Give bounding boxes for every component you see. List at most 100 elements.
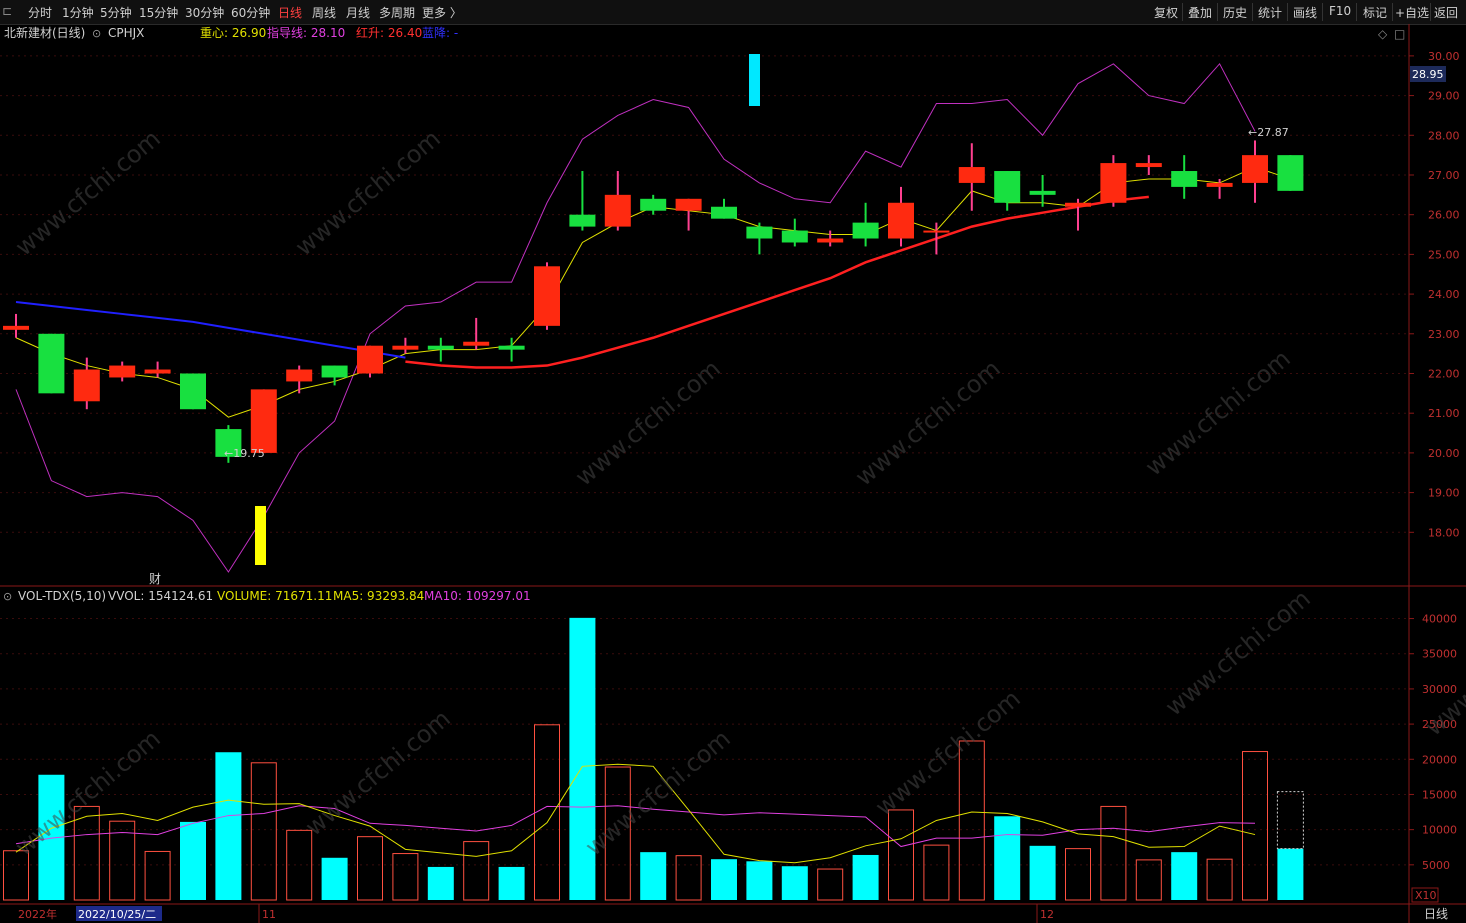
back-button[interactable]: 返回 (1434, 4, 1458, 21)
candle-body (73, 369, 100, 402)
indicator-lines (15, 62, 1291, 573)
period-toolbar: ⊏ 分时 1分钟 5分钟 15分钟 30分钟 60分钟 日线 周线 月线 多周期… (0, 0, 1466, 25)
red-line (405, 195, 1149, 369)
volume-bar (888, 809, 914, 901)
indicator-name[interactable]: CPHJX (108, 26, 144, 40)
expand-icon[interactable]: □ (1394, 27, 1405, 41)
candle-body (852, 222, 879, 239)
volume-bar (250, 762, 277, 901)
volume-bar (1100, 805, 1127, 901)
price-tick-label: 27.00 (1428, 169, 1460, 182)
tab-period-more[interactable]: 更多 〉 (422, 4, 462, 21)
volume-bar (215, 752, 242, 900)
high-price-annotation: ←27.87 (1248, 126, 1289, 139)
volume-indicator-dropdown-icon[interactable]: ⊙ (3, 590, 12, 603)
candle-body (958, 167, 985, 183)
candle-body (38, 333, 65, 394)
candle-body (675, 198, 702, 211)
divider (1322, 3, 1323, 21)
volume-bar (675, 855, 702, 901)
f10-button[interactable]: F10 (1329, 4, 1351, 18)
candle-body (781, 230, 808, 243)
tab-period-7[interactable]: 周线 (312, 4, 336, 21)
current-price-label: 28.95 (1412, 68, 1444, 81)
price-tick-label: 25.00 (1428, 248, 1460, 261)
price-tick-label: 29.00 (1428, 90, 1460, 103)
finance-report-marker[interactable]: 财 (149, 572, 161, 586)
volume-bar (1135, 859, 1162, 901)
price-tick-label: 21.00 (1428, 407, 1460, 420)
legend-ma10: MA10: 109297.01 (424, 589, 531, 603)
kline-chart[interactable]: 北新建材(日线) ⊙ CPHJX 重心: 26.90 指导线: 28.10 红升… (0, 24, 1466, 923)
volume-bar (1242, 751, 1268, 901)
tab-period-2[interactable]: 5分钟 (100, 4, 132, 21)
volume-bar (923, 844, 950, 901)
volume-unit-label: X10 (1415, 889, 1437, 902)
tab-period-9[interactable]: 多周期 (379, 4, 415, 21)
add-watchlist-button[interactable]: +自选 (1395, 4, 1429, 21)
volume-bar (958, 740, 985, 901)
candle-body (392, 345, 419, 350)
mark-button[interactable]: 标记 (1363, 4, 1387, 21)
candle-body (109, 365, 136, 378)
volume-bar (1029, 845, 1056, 900)
restore-rights-button[interactable]: 复权 (1154, 4, 1178, 21)
volume-bar (498, 866, 525, 900)
draw-line-button[interactable]: 画线 (1293, 4, 1317, 21)
price-tick-label: 28.00 (1428, 129, 1460, 142)
tab-period-daily[interactable]: 日线 (278, 4, 302, 21)
divider (1217, 3, 1218, 21)
candle-body (534, 266, 560, 326)
candle-body (1065, 202, 1091, 207)
volume-bar (604, 766, 631, 901)
divider (1287, 3, 1288, 21)
volume-indicator-name[interactable]: VOL-TDX(5,10) (18, 589, 106, 603)
tab-period-4[interactable]: 30分钟 (185, 4, 224, 21)
divider (1430, 3, 1431, 21)
tab-period-1[interactable]: 1分钟 (62, 4, 94, 21)
menu-icon[interactable]: ⊏ (2, 4, 12, 18)
legend-blue: 蓝降: - (422, 26, 458, 40)
divider (1182, 3, 1183, 21)
volume-bar (569, 617, 596, 900)
price-tick-label: 24.00 (1428, 288, 1460, 301)
volume-bar (994, 816, 1021, 900)
price-tick-label: 26.00 (1428, 209, 1460, 222)
candle-body (321, 365, 348, 378)
candle-body (1242, 155, 1268, 183)
blue-line (15, 301, 406, 359)
indicator-dropdown-icon[interactable]: ⊙ (92, 27, 101, 40)
period-label[interactable]: 日线 (1424, 907, 1448, 921)
volume-tick-label: 40000 (1422, 613, 1457, 626)
history-button[interactable]: 历史 (1223, 4, 1247, 21)
price-axis: 30.00 29.00 28.00 27.00 26.00 25.00 24.00 23.00… (1409, 50, 1460, 539)
price-tick-label: 19.00 (1428, 487, 1460, 500)
overlay-button[interactable]: 叠加 (1188, 4, 1212, 21)
divider (1252, 3, 1253, 21)
volume-tick-label: 35000 (1422, 648, 1457, 661)
pin-icon[interactable]: ◇ (1378, 27, 1388, 41)
volume-bar (392, 853, 419, 901)
statistics-button[interactable]: 统计 (1258, 4, 1282, 21)
date-label-nov: 11 (262, 908, 276, 921)
volume-bar (321, 857, 348, 900)
buy-signal-marker (255, 506, 266, 565)
tab-period-8[interactable]: 月线 (346, 4, 370, 21)
volume-tick-label: 10000 (1422, 824, 1457, 837)
candle-body (357, 345, 383, 374)
legend-volume: VOLUME: 71671.11 (217, 589, 332, 603)
volume-bar (640, 852, 667, 900)
candle-body (711, 206, 737, 219)
volume-bar (817, 868, 844, 901)
candles[interactable] (3, 140, 1304, 463)
tab-period-0[interactable]: 分时 (28, 4, 52, 21)
volume-tick-label: 30000 (1422, 683, 1457, 696)
volume-bar (1277, 848, 1304, 900)
price-tick-label: 23.00 (1428, 328, 1460, 341)
volume-bar (746, 861, 773, 900)
candle-body (923, 230, 950, 233)
candle-body (427, 345, 454, 350)
tab-period-5[interactable]: 60分钟 (231, 4, 270, 21)
candle-body (1277, 155, 1304, 191)
tab-period-3[interactable]: 15分钟 (139, 4, 178, 21)
